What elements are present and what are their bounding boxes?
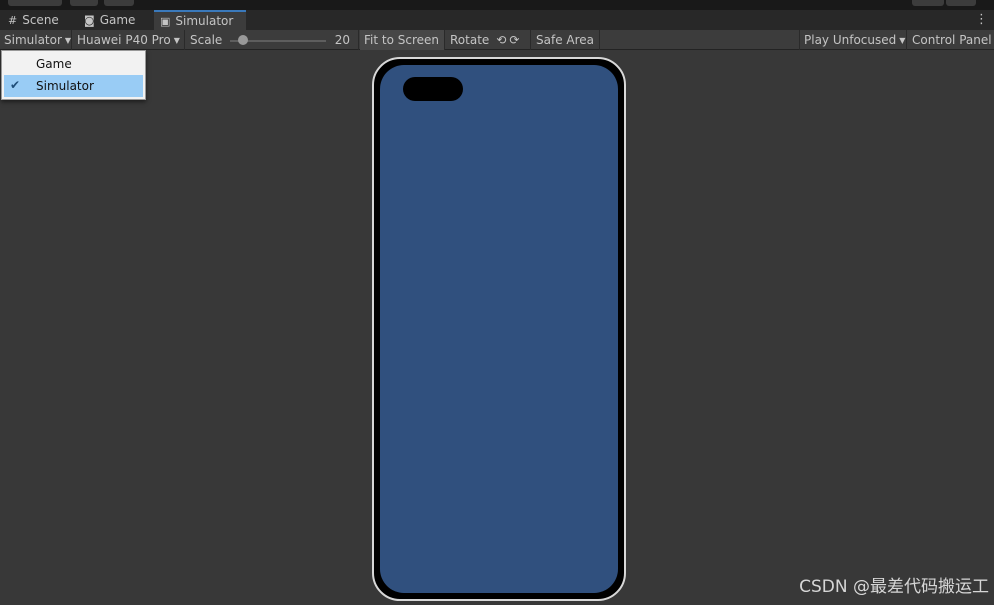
scale-value: 20 [334, 33, 350, 47]
view-mode-menu: Game ✔ Simulator [1, 50, 146, 100]
fit-to-screen-label: Fit to Screen [364, 33, 439, 47]
device-icon: ▣ [160, 14, 171, 28]
device-frame [372, 57, 626, 601]
scale-slider-thumb[interactable] [238, 35, 248, 45]
camera-cutout [403, 77, 463, 101]
grid-icon: # [8, 13, 18, 27]
toolbar-button[interactable] [70, 0, 98, 6]
rotate-right-icon[interactable]: ⟳ [509, 33, 519, 47]
menu-item-game[interactable]: Game [4, 53, 143, 75]
toolbar-button[interactable] [104, 0, 134, 6]
device-screen[interactable] [380, 65, 618, 593]
simulator-toolbar: Simulator ▼ Huawei P40 Pro ▼ Scale 20 Fit … [0, 30, 994, 50]
toolbar-button[interactable] [912, 0, 944, 6]
tab-label: Game [99, 13, 136, 27]
toolbar-button[interactable] [946, 0, 976, 6]
chevron-down-icon: ▼ [899, 35, 906, 45]
chevron-down-icon: ▼ [64, 35, 72, 45]
play-focus-label: Play Unfocused [804, 33, 897, 47]
control-panel-label: Control Panel [912, 33, 992, 47]
gamepad-icon: ◙ [84, 13, 95, 27]
menu-item-label: Simulator [36, 79, 94, 93]
safe-area-toggle[interactable]: Safe Area [532, 30, 600, 50]
view-mode-dropdown[interactable]: Simulator ▼ [0, 30, 72, 50]
rotate-control: Rotate ⟲ ⟳ [446, 30, 531, 50]
tab-simulator[interactable]: ▣ Simulator [154, 10, 246, 30]
watermark: CSDN @最差代码搬运工 [799, 577, 989, 597]
tab-scene[interactable]: # Scene [2, 10, 65, 30]
device-dropdown[interactable]: Huawei P40 Pro ▼ [73, 30, 185, 50]
safe-area-label: Safe Area [536, 33, 595, 47]
top-toolbar-strip [0, 0, 994, 10]
toolbar-button[interactable] [8, 0, 62, 6]
play-focus-dropdown[interactable]: Play Unfocused ▼ [799, 30, 907, 50]
control-panel-button[interactable]: Control Panel [908, 30, 994, 50]
tab-bar: # Scene ◙ Game ▣ Simulator ⋮ [0, 10, 994, 30]
tab-label: Simulator [175, 14, 234, 28]
checkmark-icon: ✔ [10, 78, 21, 92]
fit-to-screen-button[interactable]: Fit to Screen [360, 30, 445, 50]
tab-label: Scene [22, 13, 59, 27]
rotate-left-icon[interactable]: ⟲ [496, 33, 506, 47]
more-options-icon[interactable]: ⋮ [975, 12, 988, 27]
device-label: Huawei P40 Pro [77, 33, 171, 47]
tab-game[interactable]: ◙ Game [78, 10, 141, 30]
view-mode-label: Simulator [4, 33, 62, 47]
scale-label: Scale [190, 33, 223, 47]
menu-item-label: Game [36, 57, 72, 71]
rotate-label: Rotate [450, 33, 490, 47]
menu-item-simulator[interactable]: ✔ Simulator [4, 75, 143, 97]
chevron-down-icon: ▼ [173, 35, 180, 45]
